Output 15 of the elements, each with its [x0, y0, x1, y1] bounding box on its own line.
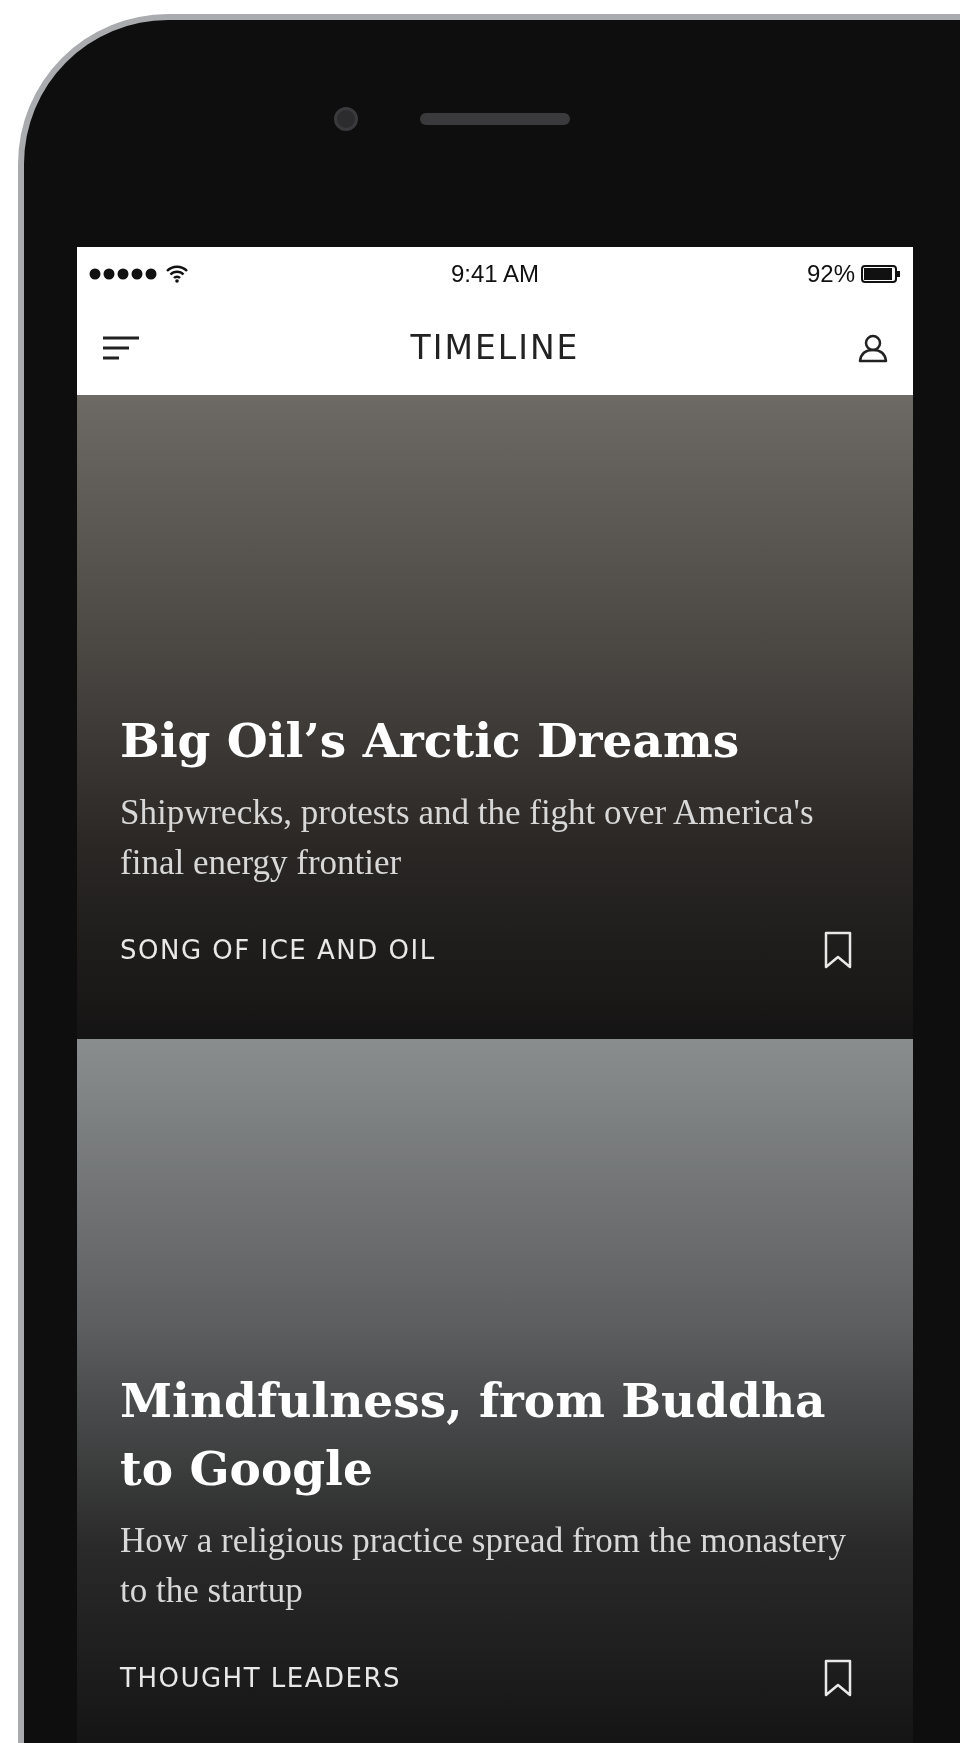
story-category: THOUGHT LEADERS — [120, 1663, 401, 1693]
status-time: 9:41 AM — [450, 259, 540, 288]
camera-icon — [334, 106, 358, 131]
battery-percentage: 92% — [806, 259, 855, 288]
story-title: Big Oil’s Arctic Dreams — [120, 712, 741, 771]
story-card[interactable]: Big Oil’s Arctic Dreams Shipwrecks, protests and the fight over America's final energy frontier SONG OF ICE AND OIL — [77, 395, 913, 1039]
story-subtitle: How a religious practice spread from the monastery to the startup — [120, 1519, 847, 1613]
story-category: SONG OF ICE AND OIL — [120, 935, 436, 965]
battery-icon — [861, 263, 901, 284]
page-title: TIMELINE — [410, 328, 580, 367]
signal-icon — [89, 267, 159, 280]
story-title: Mindfulness, from Buddha to Google — [120, 1372, 827, 1499]
story-card[interactable]: Mindfulness, from Buddha to Google How a religious practice spread from the monastery to the startup THOUGHT LEADERS — [77, 1039, 913, 1743]
story-subtitle: Shipwrecks, protests and the fight over America's final energy frontier — [120, 791, 815, 885]
wifi-icon — [165, 264, 189, 283]
